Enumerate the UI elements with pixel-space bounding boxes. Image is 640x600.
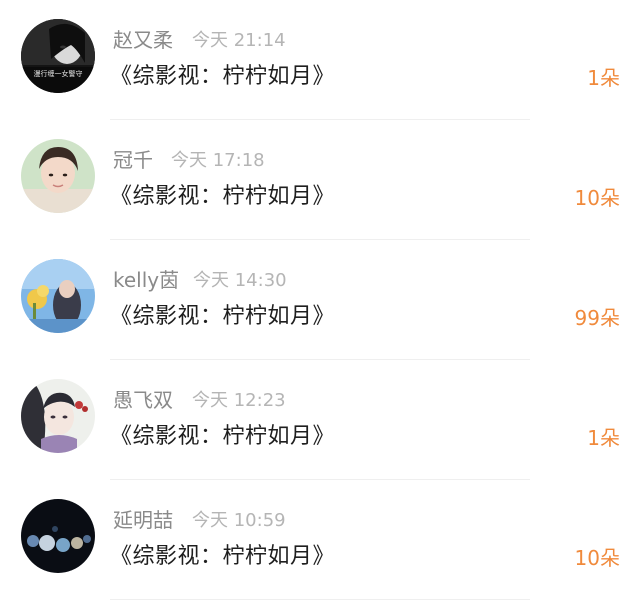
- message-time: 今天 17:18: [171, 150, 265, 171]
- avatar[interactable]: [21, 259, 95, 333]
- message-content: 《综影视：柠柠如月》: [110, 184, 336, 209]
- list-item[interactable]: 愚飞双 今天 12:23 《综影视：柠柠如月》 1朵: [0, 360, 640, 480]
- sender-name: 愚飞双: [113, 388, 173, 412]
- avatar-image: [21, 259, 95, 333]
- message-content: 《综影视：柠柠如月》: [110, 304, 336, 329]
- flower-count: 10朵: [574, 186, 620, 210]
- list-item[interactable]: kelly茵 今天 14:30 《综影视：柠柠如月》 99朵: [0, 240, 640, 360]
- message-time: 今天 14:30: [193, 270, 287, 291]
- flower-count: 1朵: [587, 66, 620, 90]
- sender-name: 冠千: [113, 148, 153, 172]
- avatar-image: [21, 139, 95, 213]
- avatar[interactable]: [21, 139, 95, 213]
- message-content: 《综影视：柠柠如月》: [110, 64, 336, 89]
- message-time: 今天 21:14: [192, 30, 286, 51]
- flower-count: 10朵: [574, 546, 620, 570]
- avatar-image: [21, 379, 95, 453]
- sender-name: 延明喆: [113, 508, 173, 532]
- sender-name: 赵又柔: [113, 28, 173, 52]
- flower-count: 99朵: [574, 306, 620, 330]
- gift-message-list: 漫行缠一女警守 赵又柔 今天 21:14 《综影视：柠柠如月》 1朵 冠千 今天…: [0, 0, 640, 600]
- list-item[interactable]: 漫行缠一女警守 赵又柔 今天 21:14 《综影视：柠柠如月》 1朵: [0, 0, 640, 120]
- flower-count: 1朵: [587, 426, 620, 450]
- avatar[interactable]: 漫行缠一女警守: [21, 19, 95, 93]
- message-content: 《综影视：柠柠如月》: [110, 544, 336, 569]
- sender-name: kelly茵: [113, 268, 180, 292]
- avatar-caption: 漫行缠一女警守: [34, 69, 83, 78]
- list-item[interactable]: 延明喆 今天 10:59 《综影视：柠柠如月》 10朵: [0, 480, 640, 600]
- avatar-image: [21, 499, 95, 573]
- message-content: 《综影视：柠柠如月》: [110, 424, 336, 449]
- avatar-image: 漫行缠一女警守: [21, 19, 95, 93]
- list-item[interactable]: 冠千 今天 17:18 《综影视：柠柠如月》 10朵: [0, 120, 640, 240]
- avatar[interactable]: [21, 379, 95, 453]
- message-time: 今天 12:23: [192, 390, 286, 411]
- avatar[interactable]: [21, 499, 95, 573]
- message-time: 今天 10:59: [192, 510, 286, 531]
